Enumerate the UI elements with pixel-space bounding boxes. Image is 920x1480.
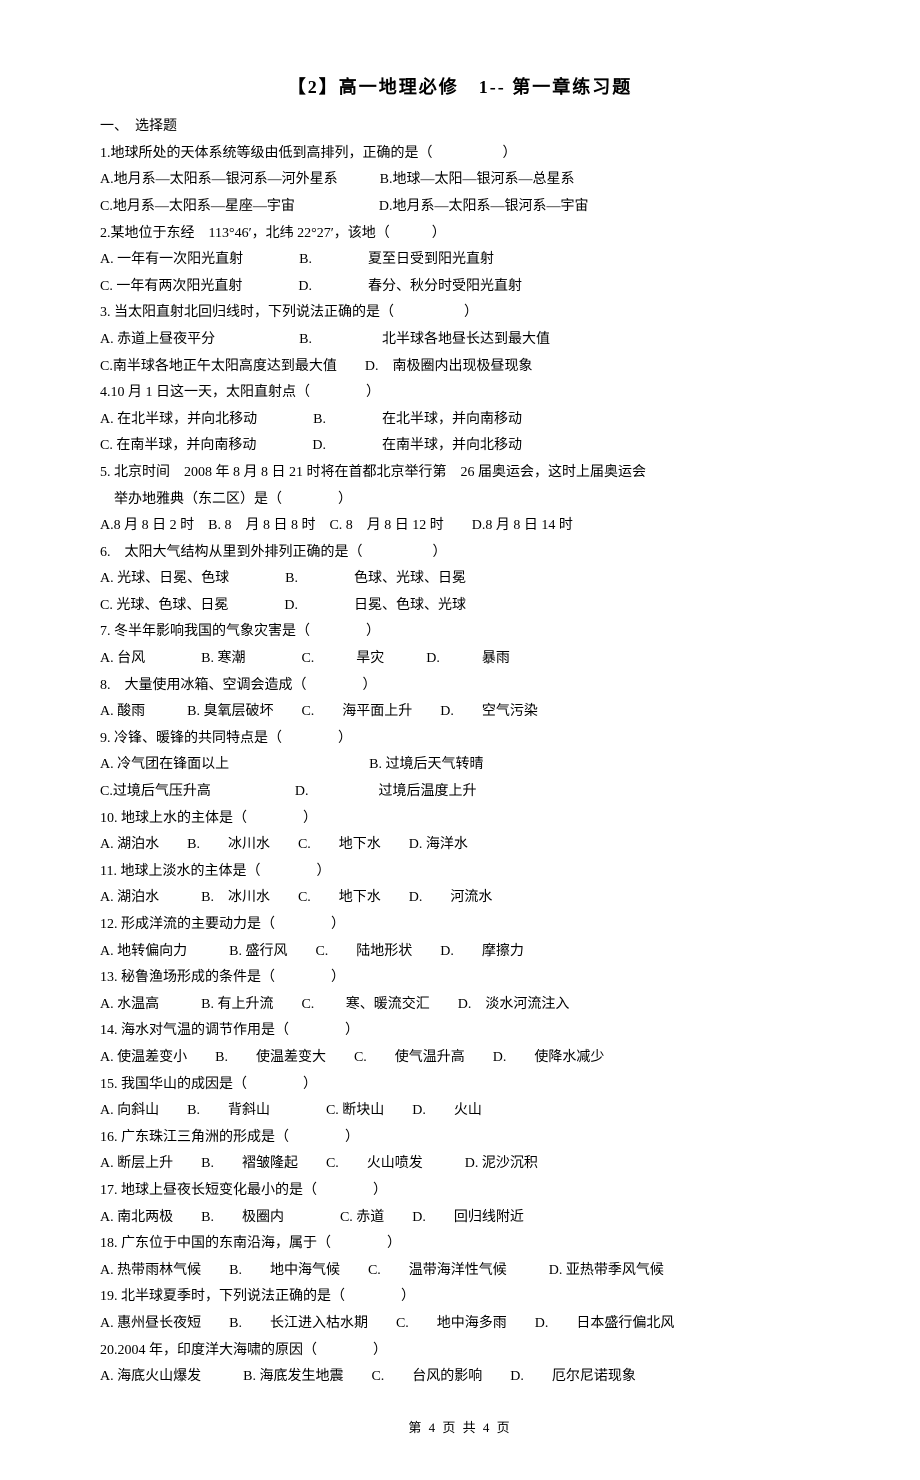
question-stem: 4.10 月 1 日这一天，太阳直射点（ ） [100, 380, 820, 407]
option-line: A. 赤道上昼夜平分 B. 北半球各地昼长达到最大值 [100, 327, 820, 354]
question-stem: 19. 北半球夏季时，下列说法正确的是（ ） [100, 1284, 820, 1311]
question-stem: 1.地球所处的天体系统等级由低到高排列，正确的是（ ） [100, 141, 820, 168]
option-line: A. 冷气团在锋面以上 B. 过境后天气转晴 [100, 752, 820, 779]
option-line: A. 在北半球，并向北移动 B. 在北半球，并向南移动 [100, 407, 820, 434]
question-stem: 12. 形成洋流的主要动力是（ ） [100, 912, 820, 939]
question-stem: 15. 我国华山的成因是（ ） [100, 1072, 820, 1099]
option-line: A. 湖泊水 B. 冰川水 C. 地下水 D. 河流水 [100, 885, 820, 912]
section-heading: 一、 选择题 [100, 114, 820, 141]
question-stem: 11. 地球上淡水的主体是（ ） [100, 859, 820, 886]
question-stem: 5. 北京时间 2008 年 8 月 8 日 21 时将在首都北京举行第 26 … [100, 460, 820, 487]
question-stem: 9. 冷锋、暖锋的共同特点是（ ） [100, 726, 820, 753]
option-line: C.地月系—太阳系—星座—宇宙 D.地月系—太阳系—银河系—宇宙 [100, 194, 820, 221]
option-line: A. 光球、日冕、色球 B. 色球、光球、日冕 [100, 566, 820, 593]
option-line: C.南半球各地正午太阳高度达到最大值 D. 南极圈内出现极昼现象 [100, 354, 820, 381]
option-line: A. 热带雨林气候 B. 地中海气候 C. 温带海洋性气候 D. 亚热带季风气候 [100, 1258, 820, 1285]
option-line: 举办地雅典（东二区）是（ ） [100, 487, 820, 514]
option-line: C. 一年有两次阳光直射 D. 春分、秋分时受阳光直射 [100, 274, 820, 301]
question-stem: 18. 广东位于中国的东南沿海，属于（ ） [100, 1231, 820, 1258]
option-line: A. 地转偏向力 B. 盛行风 C. 陆地形状 D. 摩擦力 [100, 939, 820, 966]
option-line: A.地月系—太阳系—银河系—河外星系 B.地球—太阳—银河系—总星系 [100, 167, 820, 194]
page-title: 【2】高一地理必修 1-- 第一章练习题 [100, 70, 820, 104]
question-list: 1.地球所处的天体系统等级由低到高排列，正确的是（ ）A.地月系—太阳系—银河系… [100, 141, 820, 1391]
option-line: A. 惠州昼长夜短 B. 长江进入枯水期 C. 地中海多雨 D. 日本盛行偏北风 [100, 1311, 820, 1338]
question-stem: 20.2004 年，印度洋大海啸的原因（ ） [100, 1338, 820, 1365]
option-line: A. 台风 B. 寒潮 C. 旱灾 D. 暴雨 [100, 646, 820, 673]
option-line: A. 水温高 B. 有上升流 C. 寒、暖流交汇 D. 淡水河流注入 [100, 992, 820, 1019]
option-line: A. 湖泊水 B. 冰川水 C. 地下水 D. 海洋水 [100, 832, 820, 859]
option-line: C. 在南半球，并向南移动 D. 在南半球，并向北移动 [100, 433, 820, 460]
question-stem: 16. 广东珠江三角洲的形成是（ ） [100, 1125, 820, 1152]
question-stem: 10. 地球上水的主体是（ ） [100, 806, 820, 833]
option-line: C.过境后气压升高 D. 过境后温度上升 [100, 779, 820, 806]
question-stem: 17. 地球上昼夜长短变化最小的是（ ） [100, 1178, 820, 1205]
option-line: A. 向斜山 B. 背斜山 C. 断块山 D. 火山 [100, 1098, 820, 1125]
option-line: A. 使温差变小 B. 使温差变大 C. 使气温升高 D. 使降水减少 [100, 1045, 820, 1072]
option-line: A. 一年有一次阳光直射 B. 夏至日受到阳光直射 [100, 247, 820, 274]
question-stem: 13. 秘鲁渔场形成的条件是（ ） [100, 965, 820, 992]
option-line: A.8 月 8 日 2 时 B. 8 月 8 日 8 时 C. 8 月 8 日 … [100, 513, 820, 540]
option-line: A. 酸雨 B. 臭氧层破坏 C. 海平面上升 D. 空气污染 [100, 699, 820, 726]
option-line: C. 光球、色球、日冕 D. 日冕、色球、光球 [100, 593, 820, 620]
question-stem: 8. 大量使用冰箱、空调会造成（ ） [100, 673, 820, 700]
question-stem: 14. 海水对气温的调节作用是（ ） [100, 1018, 820, 1045]
option-line: A. 南北两极 B. 极圈内 C. 赤道 D. 回归线附近 [100, 1205, 820, 1232]
page-footer: 第 4 页 共 4 页 [100, 1416, 820, 1441]
option-line: A. 断层上升 B. 褶皱隆起 C. 火山喷发 D. 泥沙沉积 [100, 1151, 820, 1178]
question-stem: 3. 当太阳直射北回归线时，下列说法正确的是（ ） [100, 300, 820, 327]
question-stem: 2.某地位于东经 113°46′，北纬 22°27′，该地（ ） [100, 221, 820, 248]
question-stem: 6. 太阳大气结构从里到外排列正确的是（ ） [100, 540, 820, 567]
question-stem: 7. 冬半年影响我国的气象灾害是（ ） [100, 619, 820, 646]
option-line: A. 海底火山爆发 B. 海底发生地震 C. 台风的影响 D. 厄尔尼诺现象 [100, 1364, 820, 1391]
